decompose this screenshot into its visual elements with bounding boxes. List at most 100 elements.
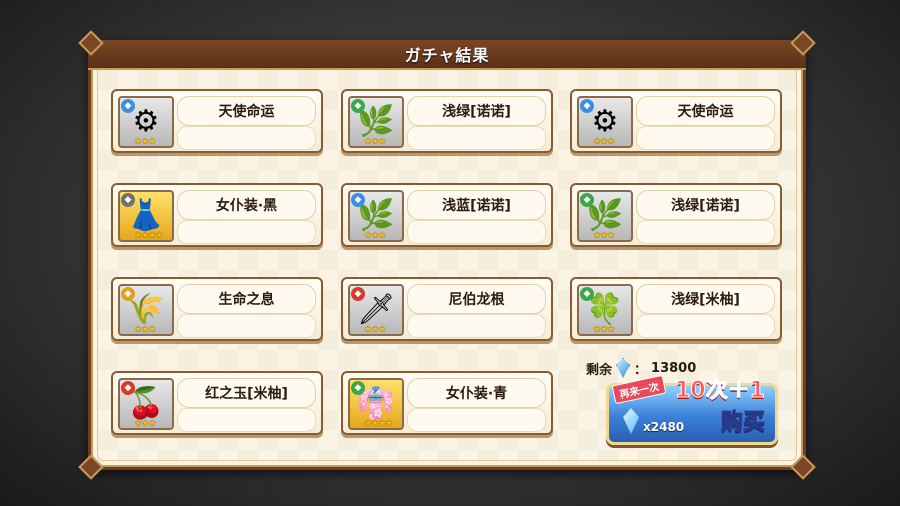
item-art-icon: 👗: [127, 198, 165, 233]
item-name: 女仆装·青: [445, 386, 508, 402]
result-card[interactable]: 🌾 ◆ ★★★ 生命之息: [111, 277, 323, 341]
item-art-icon: ⚙: [132, 104, 160, 139]
gacha-result-panel: ガチャ結果 ⚙ ◆ ★★★ 天使命运 🌿 ◆ ★★★ 浅绿[诺诺] ⚙ ◆ ★★…: [78, 30, 816, 480]
rarity-stars: ★★★: [364, 325, 386, 335]
item-name: 浅绿[诺诺]: [442, 104, 511, 120]
item-detail-box: [636, 126, 775, 150]
corner-ornament-bottom-left: [78, 454, 104, 480]
element-badge-icon: ◆: [580, 99, 594, 113]
item-detail-box: [177, 126, 316, 150]
item-detail-box: [407, 126, 546, 150]
item-icon: 🍒 ◆ ★★★: [118, 378, 174, 430]
item-name: 红之玉[米柚]: [205, 386, 288, 402]
item-name: 生命之息: [218, 292, 275, 308]
item-name-box: 浅蓝[诺诺]: [407, 190, 546, 220]
panel-title: ガチャ結果: [404, 46, 490, 65]
result-card[interactable]: 👘 ◆ ★★★★ 女仆装·青: [341, 371, 553, 435]
result-card[interactable]: 🍀 ◆ ★★★ 浅绿[米柚]: [570, 277, 782, 341]
item-name: 浅绿[米柚]: [671, 292, 740, 308]
result-card[interactable]: 👗 ◆ ★★★★ 女仆装·黑: [111, 183, 323, 247]
item-icon: 🍀 ◆ ★★★: [577, 284, 633, 336]
item-name: 浅绿[诺诺]: [671, 198, 740, 214]
element-badge-icon: ◆: [121, 381, 135, 395]
item-name-box: 红之玉[米柚]: [177, 378, 316, 408]
item-name: 女仆装·黑: [215, 198, 278, 214]
result-card[interactable]: ⚙ ◆ ★★★ 天使命运: [570, 89, 782, 153]
item-art-icon: 🌿: [357, 104, 395, 139]
item-detail-box: [407, 314, 546, 338]
rarity-stars: ★★★: [593, 231, 615, 241]
element-badge-icon: ◆: [351, 287, 365, 301]
item-detail-box: [407, 408, 546, 432]
item-detail-box: [636, 314, 775, 338]
element-badge-icon: ◆: [580, 287, 594, 301]
rarity-stars: ★★★: [134, 325, 156, 335]
rarity-stars: ★★★★: [364, 419, 393, 429]
element-badge-icon: ◆: [121, 193, 135, 207]
item-art-icon: 🍒: [127, 386, 165, 421]
element-badge-icon: ◆: [351, 381, 365, 395]
remaining-label: 剩余: [586, 362, 613, 378]
item-icon: 🌿 ◆ ★★★: [348, 96, 404, 148]
item-icon: 🌿 ◆ ★★★: [348, 190, 404, 242]
buy-cost: x2480: [643, 420, 685, 434]
result-card[interactable]: 🍒 ◆ ★★★ 红之玉[米柚]: [111, 371, 323, 435]
item-icon: 👘 ◆ ★★★★: [348, 378, 404, 430]
element-badge-icon: ◆: [121, 287, 135, 301]
item-name-box: 生命之息: [177, 284, 316, 314]
item-icon: ⚙ ◆ ★★★: [118, 96, 174, 148]
item-name-box: 女仆装·黑: [177, 190, 316, 220]
item-art-icon: 👘: [357, 386, 395, 421]
item-name-box: 天使命运: [636, 96, 775, 126]
rarity-stars: ★★★: [364, 231, 386, 241]
item-detail-box: [407, 220, 546, 244]
item-name: 尼伯龙根: [448, 292, 505, 308]
rarity-stars: ★★★: [593, 137, 615, 147]
item-art-icon: 🌾: [127, 292, 165, 327]
element-badge-icon: ◆: [580, 193, 594, 207]
item-icon: 🌿 ◆ ★★★: [577, 190, 633, 242]
item-art-icon: 🍀: [586, 292, 624, 327]
item-name: 天使命运: [677, 104, 734, 120]
buy-label: 购买: [720, 410, 765, 436]
item-detail-box: [636, 220, 775, 244]
rarity-stars: ★★★: [593, 325, 615, 335]
item-icon: ⚙ ◆ ★★★: [577, 96, 633, 148]
item-icon: 🗡 ◆ ★★★: [348, 284, 404, 336]
item-detail-box: [177, 314, 316, 338]
item-name-box: 浅绿[诺诺]: [636, 190, 775, 220]
element-badge-icon: ◆: [121, 99, 135, 113]
rarity-stars: ★★★: [364, 137, 386, 147]
item-detail-box: [177, 220, 316, 244]
element-badge-icon: ◆: [351, 193, 365, 207]
item-icon: 👗 ◆ ★★★★: [118, 190, 174, 242]
panel-header: ガチャ結果: [88, 40, 806, 70]
item-name-box: 浅绿[诺诺]: [407, 96, 546, 126]
gem-icon: [616, 358, 631, 378]
buy-again-button[interactable]: 再来一次 10次＋1 x2480 购买: [606, 374, 778, 445]
result-card[interactable]: 🌿 ◆ ★★★ 浅绿[诺诺]: [341, 89, 553, 153]
result-card[interactable]: ⚙ ◆ ★★★ 天使命运: [111, 89, 323, 153]
rarity-stars: ★★★★: [134, 231, 163, 241]
item-name: 浅蓝[诺诺]: [442, 198, 511, 214]
remaining-separator: ：: [634, 362, 648, 378]
item-icon: 🌾 ◆ ★★★: [118, 284, 174, 336]
rarity-stars: ★★★: [134, 419, 156, 429]
item-name: 天使命运: [218, 104, 275, 120]
item-name-box: 浅绿[米柚]: [636, 284, 775, 314]
bonus-label: 10次＋1: [675, 378, 766, 404]
gem-icon: [623, 408, 639, 434]
result-card[interactable]: 🌿 ◆ ★★★ 浅绿[诺诺]: [570, 183, 782, 247]
result-card[interactable]: 🌿 ◆ ★★★ 浅蓝[诺诺]: [341, 183, 553, 247]
result-card[interactable]: 🗡 ◆ ★★★ 尼伯龙根: [341, 277, 553, 341]
item-art-icon: 🌿: [586, 198, 624, 233]
element-badge-icon: ◆: [351, 99, 365, 113]
item-name-box: 天使命运: [177, 96, 316, 126]
item-art-icon: 🌿: [357, 198, 395, 233]
corner-ornament-bottom-right: [790, 454, 816, 480]
item-name-box: 女仆装·青: [407, 378, 546, 408]
again-tag: 再来一次: [611, 374, 667, 405]
item-detail-box: [177, 408, 316, 432]
item-art-icon: ⚙: [591, 104, 619, 139]
item-name-box: 尼伯龙根: [407, 284, 546, 314]
